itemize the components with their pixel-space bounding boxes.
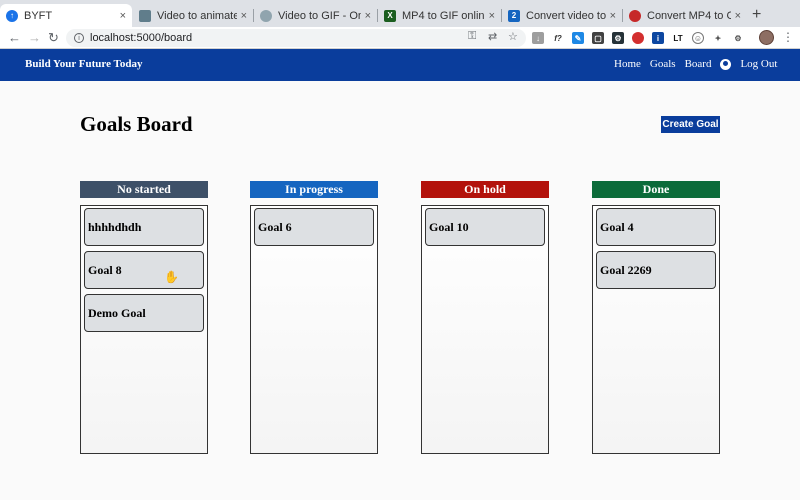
tab-mp4-to-gif-online[interactable]: X MP4 to GIF online file co × [378, 4, 501, 27]
close-tab-icon[interactable]: × [489, 10, 495, 22]
board-column-in-progress: In progress Goal 6 [250, 181, 378, 454]
bookmark-star-icon[interactable]: ☆ [508, 30, 518, 43]
tab-title: Video to GIF - Online Co [278, 9, 361, 22]
forward-arrow-icon[interactable]: → [28, 30, 41, 45]
font-extension-icon[interactable]: f? [552, 32, 564, 44]
profile-avatar[interactable] [759, 30, 774, 45]
new-tab-icon[interactable]: + [752, 6, 761, 24]
board-column-not-started: No started hhhhdhdh Goal 8 Demo Goal [80, 181, 208, 454]
tab-video-to-gif-online[interactable]: Video to GIF - Online Co × [254, 4, 377, 27]
file-converter-favicon-icon: X [384, 9, 396, 22]
tab-title: Convert MP4 to GIF (On [647, 9, 731, 22]
reload-icon[interactable]: ↻ [48, 30, 59, 46]
column-header: In progress [250, 181, 378, 198]
user-account-icon[interactable] [720, 58, 732, 70]
goal-card[interactable]: Demo Goal [84, 294, 204, 332]
column-dropzone[interactable]: hhhhdhdh Goal 8 Demo Goal [80, 205, 208, 454]
nav-links: Home Goals Board Log Out [614, 58, 786, 70]
image-favicon-icon [139, 9, 151, 22]
goal-card[interactable]: Goal 8 [84, 251, 204, 289]
board-column-on-hold: On hold Goal 10 [421, 181, 549, 454]
brand-link[interactable]: Build Your Future Today [25, 58, 142, 70]
puzzle-extension-icon[interactable]: ✦ [712, 32, 724, 44]
tab-title: BYFT [24, 9, 53, 22]
close-tab-icon[interactable]: × [365, 10, 371, 22]
tab-byft[interactable]: ↑ BYFT × [0, 4, 132, 27]
red-circle-favicon-icon [629, 9, 641, 22]
page-title: Goals Board [80, 112, 193, 136]
nav-goals-link[interactable]: Goals [650, 58, 676, 70]
globe-favicon-icon [260, 9, 272, 22]
goal-card[interactable]: Goal 6 [254, 208, 374, 246]
back-arrow-icon[interactable]: ← [8, 30, 21, 45]
settings-extension-icon[interactable]: ⚙ [732, 32, 744, 44]
byft-favicon-icon: ↑ [6, 9, 18, 22]
tab-convert-video-to-animated[interactable]: 2 Convert video to animat × [502, 4, 622, 27]
square-extension-icon[interactable]: ▢ [592, 32, 604, 44]
key-icon[interactable]: ⚿ [468, 30, 476, 43]
column-header: Done [592, 181, 720, 198]
gear-extension-icon[interactable]: ⚙ [612, 32, 624, 44]
goal-card[interactable]: Goal 4 [596, 208, 716, 246]
close-tab-icon[interactable]: × [735, 10, 741, 22]
browser-menu-icon[interactable]: ⋮ [782, 30, 794, 44]
board-column-done: Done Goal 4 Goal 2269 [592, 181, 720, 454]
info-extension-icon[interactable]: i [652, 32, 664, 44]
tab-title: Convert video to animat [526, 9, 606, 22]
app-navbar: Build Your Future Today Home Goals Board… [0, 49, 800, 81]
nav-board-link[interactable]: Board [685, 58, 712, 70]
goal-card[interactable]: hhhhdhdh [84, 208, 204, 246]
address-bar[interactable]: i localhost:5000/board ⚿ ⇄ ☆ [66, 29, 526, 47]
url-text: localhost:5000/board [90, 32, 193, 44]
tab-convert-mp4-to-gif[interactable]: Convert MP4 to GIF (On × [623, 4, 747, 27]
face-extension-icon[interactable]: ☺ [692, 32, 704, 44]
grab-cursor-icon: ✋ [164, 270, 179, 284]
translate-icon[interactable]: ⇄ [488, 30, 497, 43]
column-dropzone[interactable]: Goal 10 [421, 205, 549, 454]
column-dropzone[interactable]: Goal 4 Goal 2269 [592, 205, 720, 454]
site-info-icon[interactable]: i [74, 33, 84, 43]
tab-title: MP4 to GIF online file co [402, 9, 485, 22]
create-goal-button[interactable]: Create Goal [661, 116, 720, 133]
column-dropzone[interactable]: Goal 6 [250, 205, 378, 454]
browser-toolbar: ← → ↻ i localhost:5000/board ⚿ ⇄ ☆ ↓ f? … [0, 27, 800, 49]
browser-tab-strip: ↑ BYFT × Video to animated GIF co × Vide… [0, 0, 800, 27]
download-extension-icon[interactable]: ↓ [532, 32, 544, 44]
goal-card[interactable]: Goal 2269 [596, 251, 716, 289]
nav-home-link[interactable]: Home [614, 58, 641, 70]
nav-logout-link[interactable]: Log Out [740, 58, 777, 70]
tab-title: Video to animated GIF co [157, 9, 237, 22]
pen-extension-icon[interactable]: ✎ [572, 32, 584, 44]
column-header: On hold [421, 181, 549, 198]
lt-extension-icon[interactable]: LT [672, 32, 684, 44]
converter-favicon-icon: 2 [508, 9, 520, 22]
goal-card[interactable]: Goal 10 [425, 208, 545, 246]
tab-video-to-animated-gif[interactable]: Video to animated GIF co × [133, 4, 253, 27]
red-extension-icon[interactable] [632, 32, 644, 44]
close-tab-icon[interactable]: × [610, 10, 616, 22]
column-header: No started [80, 181, 208, 198]
close-tab-icon[interactable]: × [120, 10, 126, 22]
close-tab-icon[interactable]: × [241, 10, 247, 22]
